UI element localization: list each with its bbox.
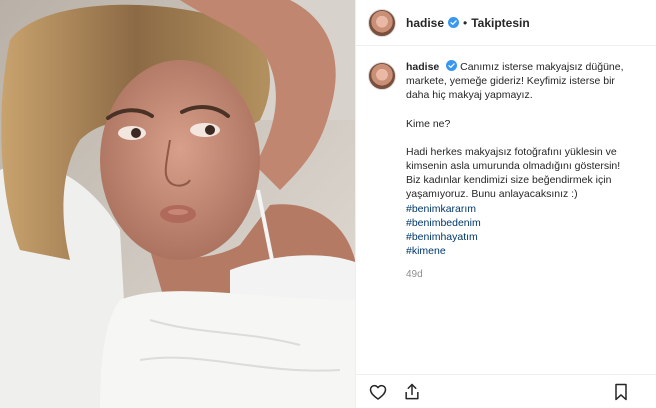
post-age[interactable]: 49d: [406, 268, 636, 282]
post-side-panel: hadise • Takiptesin hadise Canımız ister…: [355, 0, 656, 408]
header-username[interactable]: hadise: [406, 16, 444, 30]
verified-badge-icon: [446, 60, 458, 71]
action-bar: [356, 374, 656, 408]
caption-text-1: Canımız isterse makyajsız düğüne, market…: [406, 61, 624, 102]
caption: hadise Canımız isterse makyajsız düğüne,…: [368, 60, 648, 283]
hashtag-link[interactable]: #benimbedenim: [406, 216, 636, 230]
hashtag-link[interactable]: #benimkararım: [406, 202, 636, 216]
avatar[interactable]: [368, 8, 396, 37]
heart-icon[interactable]: [368, 382, 388, 402]
caption-username[interactable]: hadise: [406, 61, 439, 73]
bookmark-icon[interactable]: [611, 382, 631, 402]
caption-avatar[interactable]: [368, 62, 396, 90]
separator: •: [463, 15, 468, 30]
verified-badge-icon: [448, 17, 460, 28]
caption-body: hadise Canımız isterse makyajsız düğüne,…: [406, 60, 636, 283]
caption-text-3: Hadi herkes makyajsız fotoğrafını yükles…: [406, 145, 621, 201]
caption-text-2: Kime ne?: [406, 117, 451, 130]
follow-status[interactable]: Takiptesin: [471, 16, 529, 30]
hashtag-link[interactable]: #kimene: [406, 244, 636, 258]
share-icon[interactable]: [402, 382, 422, 402]
post-header: hadise • Takiptesin: [356, 0, 656, 46]
post-photo[interactable]: [0, 0, 355, 408]
selfie-illustration: [0, 0, 355, 408]
hashtag-link[interactable]: #benimhayatım: [406, 230, 636, 244]
instagram-post: hadise • Takiptesin hadise Canımız ister…: [0, 0, 656, 408]
